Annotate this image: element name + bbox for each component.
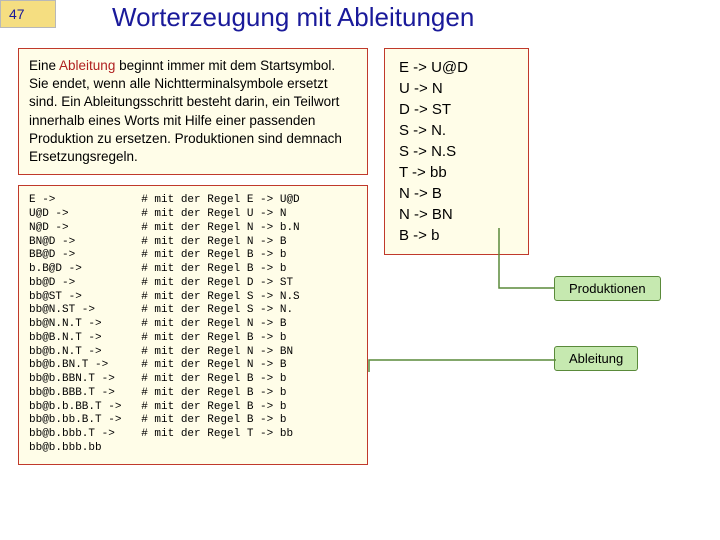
intro-text-box: Eine Ableitung beginnt immer mit dem Sta… bbox=[18, 48, 368, 175]
connector-prod bbox=[494, 223, 564, 298]
left-column: Eine Ableitung beginnt immer mit dem Sta… bbox=[18, 48, 368, 465]
intro-prefix: Eine bbox=[29, 58, 59, 73]
callout-ableitung: Ableitung bbox=[554, 346, 638, 371]
derivation-steps-box: E -> # mit der Regel E -> U@D U@D -> # m… bbox=[18, 185, 368, 464]
callout-produktionen: Produktionen bbox=[554, 276, 661, 301]
slide-content: Eine Ableitung beginnt immer mit dem Sta… bbox=[0, 40, 720, 465]
right-column: E -> U@D U -> N D -> ST S -> N. S -> N.S… bbox=[384, 48, 684, 465]
connector-abl bbox=[366, 354, 566, 379]
slide-title: Worterzeugung mit Ableitungen bbox=[112, 2, 474, 33]
page-number-badge: 47 bbox=[0, 0, 56, 28]
intro-rest: beginnt immer mit dem Startsymbol. Sie e… bbox=[29, 58, 342, 164]
intro-highlight: Ableitung bbox=[59, 58, 115, 73]
slide-header: 47 Worterzeugung mit Ableitungen bbox=[0, 0, 720, 40]
